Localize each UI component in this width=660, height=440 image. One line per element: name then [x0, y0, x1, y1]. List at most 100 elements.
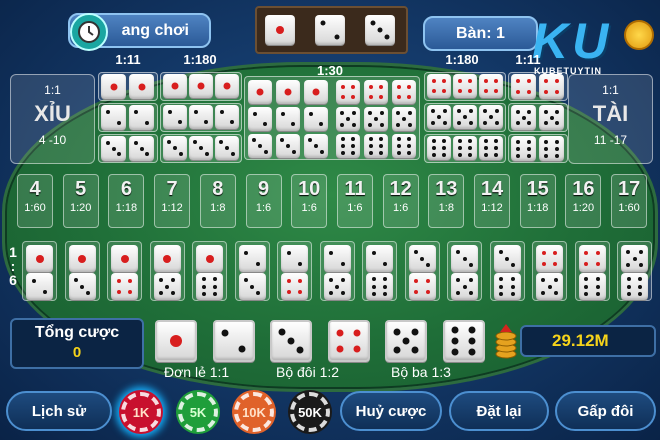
pip: [368, 150, 373, 155]
pip: [368, 111, 373, 116]
single-die-bet-4[interactable]: [327, 320, 370, 362]
single-die-bet-3[interactable]: [270, 320, 312, 362]
big-bet-area[interactable]: 1:1 TÀI 11 -17: [568, 74, 653, 164]
pip: [431, 152, 436, 157]
total-bet-4[interactable]: 4 1:60: [17, 174, 53, 228]
pip: [584, 284, 589, 289]
total-bet-8[interactable]: 8 1:8: [199, 174, 236, 228]
die-face-6: [621, 273, 648, 300]
pip: [626, 292, 631, 297]
die-face-1: [26, 245, 53, 272]
small-bet-area[interactable]: 1:1 XỈU 4 -10: [10, 74, 95, 164]
chip-label: 50K: [296, 398, 324, 426]
die-face-3: [248, 134, 272, 158]
pip: [252, 138, 257, 143]
history-button[interactable]: Lịch sử: [6, 391, 112, 431]
die-face-6: [578, 273, 606, 300]
die-face-4: [364, 80, 388, 104]
die-face-5: [427, 105, 451, 129]
pip: [256, 88, 264, 96]
single-die-bet-1[interactable]: [155, 320, 197, 362]
total-bet-10[interactable]: 10 1:6: [291, 174, 328, 228]
pip: [468, 348, 476, 356]
reset-button[interactable]: Đặt lại: [449, 391, 549, 431]
pip: [291, 149, 296, 154]
total-bet-6[interactable]: 6 1:18: [108, 174, 145, 228]
pip: [296, 346, 304, 354]
total-bet-12[interactable]: 12 1:6: [382, 174, 419, 228]
total-bet-9[interactable]: 9 1:6: [245, 174, 282, 228]
pip: [165, 284, 169, 289]
pip: [193, 109, 198, 114]
total-odds: 1:60: [618, 202, 640, 214]
pip: [340, 122, 345, 127]
pip: [544, 139, 548, 144]
pip: [510, 292, 515, 297]
pip: [541, 250, 546, 255]
die-face-2: [276, 107, 300, 131]
chip-5k[interactable]: 5K: [176, 390, 220, 434]
total-bet-11[interactable]: 11 1:6: [336, 174, 373, 228]
pip: [402, 117, 406, 121]
total-bet-7[interactable]: 7 1:12: [154, 174, 191, 228]
pip: [298, 262, 303, 267]
single-die-bet-6[interactable]: [442, 320, 485, 362]
pip: [595, 276, 600, 281]
pip: [555, 90, 559, 94]
total-sum: 6: [120, 178, 132, 200]
pip: [555, 79, 559, 83]
die-face-2: [238, 245, 266, 272]
pip: [336, 345, 344, 353]
pip: [553, 250, 558, 255]
die-face-6: [364, 134, 388, 158]
pip: [595, 292, 600, 297]
single-die-bet-5[interactable]: [385, 320, 427, 362]
pip: [133, 140, 138, 145]
pip: [368, 122, 373, 127]
die-face-3: [451, 245, 478, 272]
total-bet-17[interactable]: 17 1:60: [611, 174, 648, 228]
total-bet-5[interactable]: 5 1:20: [62, 174, 99, 228]
pip: [457, 146, 462, 150]
die-face-1: [276, 80, 300, 104]
pip: [35, 254, 44, 263]
chip-10k[interactable]: 10K: [232, 390, 276, 434]
pip: [171, 278, 176, 283]
double-bet-button[interactable]: Gấp đôi: [555, 391, 656, 431]
table-number-badge: Bàn: 1: [423, 16, 538, 51]
total-bet-panel: Tổng cược 0: [10, 318, 144, 369]
history-clock-icon[interactable]: [70, 13, 108, 51]
total-bet-15[interactable]: 15 1:18: [519, 174, 556, 228]
pip: [468, 262, 473, 267]
pip: [638, 284, 643, 289]
pip: [368, 95, 373, 100]
small-range: 4 -10: [38, 133, 67, 147]
pip: [341, 290, 346, 295]
die-face-2: [281, 245, 308, 272]
pip: [351, 137, 356, 142]
pip: [213, 292, 218, 297]
die-face-6: [479, 136, 503, 160]
pip: [407, 144, 412, 148]
pip: [173, 146, 177, 150]
chip-50k[interactable]: 50K: [288, 390, 332, 434]
die-face-1: [68, 245, 96, 272]
die-face-5: [479, 105, 503, 129]
pip: [286, 144, 290, 148]
total-bet-13[interactable]: 13 1:8: [428, 174, 465, 228]
pip: [494, 139, 499, 144]
total-bet-14[interactable]: 14 1:12: [474, 174, 510, 228]
cancel-bet-button[interactable]: Huỷ cược: [340, 391, 442, 431]
chip-1k[interactable]: 1K: [119, 390, 163, 434]
big-odds: 1:1: [602, 83, 619, 97]
total-sum: 9: [257, 178, 270, 200]
pip: [638, 292, 643, 297]
pip: [351, 95, 356, 100]
pip: [73, 278, 78, 283]
pip: [456, 250, 461, 255]
total-bet-16[interactable]: 16 1:20: [565, 174, 602, 228]
single-die-bet-2[interactable]: [212, 320, 255, 362]
pip: [499, 276, 504, 281]
pip: [351, 84, 356, 89]
pip: [553, 278, 558, 283]
